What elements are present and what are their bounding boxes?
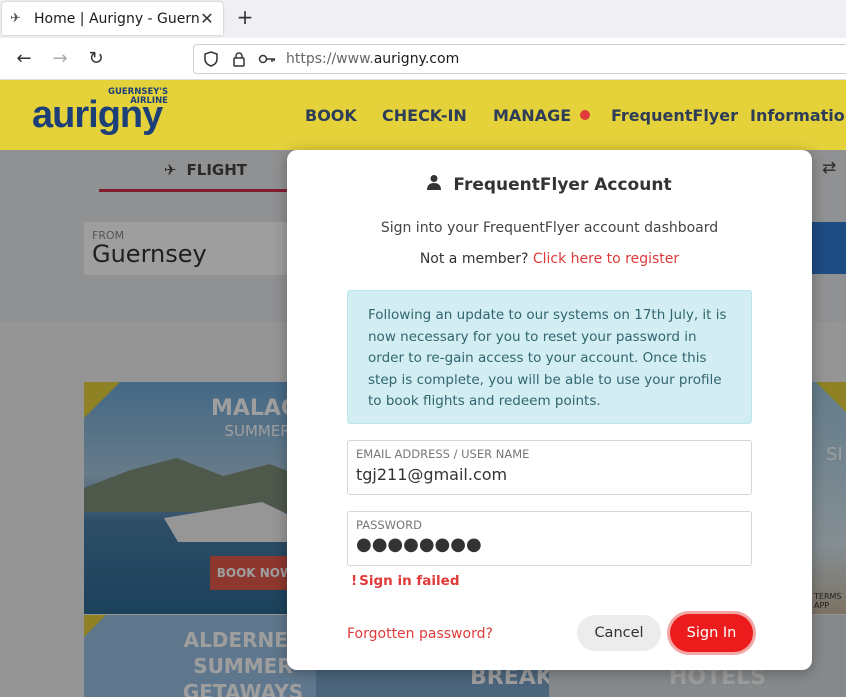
new-tab-button[interactable]: + [234,7,256,29]
modal-title-text: FrequentFlyer Account [453,174,672,195]
error-text: Sign in failed [359,573,460,589]
aurigny-logo[interactable]: GUERNSEY'S AIRLINE aurigny [32,88,172,144]
nav-information[interactable]: Information [750,106,846,125]
back-arrow-icon[interactable]: ← [13,49,35,69]
modal-title: FrequentFlyer Account [287,174,812,195]
site-header: GUERNSEY'S AIRLINE aurigny BOOK CHECK-IN… [0,80,846,150]
password-input[interactable]: ●●●●●●●● [356,534,482,555]
url-host: aurigny.com [373,51,460,67]
address-bar[interactable]: https://www. aurigny.com [193,44,846,74]
modal-subtitle: Sign into your FrequentFlyer account das… [380,220,719,236]
email-input[interactable]: tgj211@gmail.com [356,465,507,484]
register-link[interactable]: Click here to register [533,251,679,267]
key-icon[interactable] [258,50,276,68]
notification-dot [580,110,590,120]
shield-icon[interactable] [202,50,220,68]
nav-manage[interactable]: MANAGE [493,106,571,125]
plane-icon: ✈ [10,10,21,26]
not-member-text: Not a member? [419,251,529,267]
user-icon [427,174,442,195]
exclamation-icon: ! [351,573,358,589]
forgot-password-link[interactable]: Forgotten password? [347,626,493,642]
nav-frequentflyer[interactable]: FrequentFlyer [611,106,738,125]
error-message: ! Sign in failed [351,573,460,589]
reload-icon[interactable]: ↻ [85,49,107,69]
email-field[interactable]: EMAIL ADDRESS / USER NAME tgj211@gmail.c… [347,440,752,495]
tab-title: Home | Aurigny - Guernsey [34,10,199,27]
password-field[interactable]: PASSWORD ●●●●●●●● [347,511,752,566]
logo-wordmark: aurigny [32,94,163,136]
forward-arrow-icon[interactable]: → [49,49,71,69]
lock-icon[interactable] [230,50,248,68]
login-modal: FrequentFlyer Account Sign into your Fre… [287,150,812,670]
close-tab-icon[interactable]: ✕ [199,9,215,28]
cancel-button[interactable]: Cancel [577,615,661,651]
browser-toolbar: ← → ↻ https://www. aurigny.com [0,38,846,80]
url-prefix: https://www. [286,51,374,67]
nav-book[interactable]: BOOK [305,106,357,125]
password-label: PASSWORD [356,518,422,532]
email-label: EMAIL ADDRESS / USER NAME [356,447,530,461]
sign-in-button[interactable]: Sign In [670,614,753,652]
register-prompt: Not a member? Click here to register [287,251,812,267]
nav-check-in[interactable]: CHECK-IN [382,106,467,125]
browser-tab[interactable]: ✈ Home | Aurigny - Guernsey ✕ [2,2,223,35]
info-alert: Following an update to our systems on 17… [347,290,752,424]
browser-tab-bar: ✈ Home | Aurigny - Guernsey ✕ + [0,0,846,38]
